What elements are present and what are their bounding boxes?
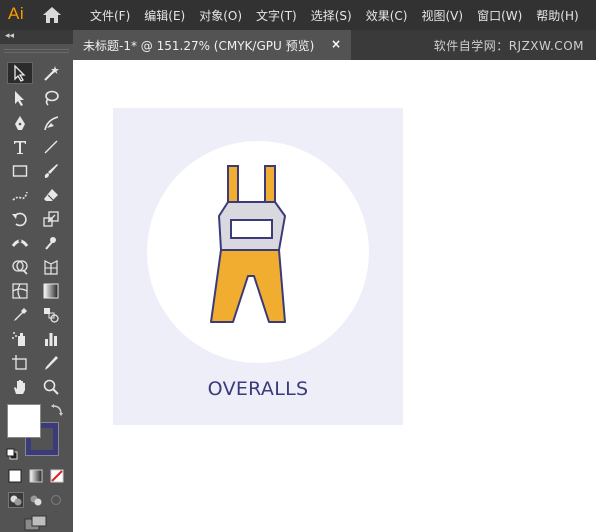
artwork-label: OVERALLS xyxy=(207,378,309,400)
document-tab[interactable]: 未标题-1* @ 151.27% (CMYK/GPU 预览) xyxy=(73,30,351,60)
gradient-tool-icon[interactable] xyxy=(38,280,64,302)
width-tool-icon[interactable] xyxy=(7,232,33,254)
mesh-tool-icon[interactable] xyxy=(7,280,33,302)
document-tab-title: 未标题-1* @ 151.27% (CMYK/GPU 预览) xyxy=(83,38,315,53)
artboard-tool-icon[interactable] xyxy=(7,352,33,374)
symbol-sprayer-tool-icon[interactable] xyxy=(7,328,33,350)
rotate-tool-icon[interactable] xyxy=(7,208,33,230)
menu-select[interactable]: 选择(S) xyxy=(311,7,352,24)
menu-edit[interactable]: 编辑(E) xyxy=(144,7,185,24)
shaper-tool-icon[interactable] xyxy=(7,184,33,206)
fill-color-swatch[interactable] xyxy=(7,404,41,438)
menu-file[interactable]: 文件(F) xyxy=(90,7,130,24)
rectangle-tool-icon[interactable] xyxy=(7,160,33,182)
selection-tool-icon[interactable] xyxy=(7,62,33,84)
draw-behind-icon[interactable] xyxy=(28,492,44,508)
none-mode-icon[interactable] xyxy=(50,468,64,483)
zoom-tool-icon[interactable] xyxy=(38,376,64,398)
paintbrush-tool-icon[interactable] xyxy=(38,160,64,182)
app-logo: Ai xyxy=(8,4,25,23)
home-icon[interactable] xyxy=(42,6,62,24)
scale-tool-icon[interactable] xyxy=(38,208,64,230)
menu-help[interactable]: 帮助(H) xyxy=(536,7,578,24)
screen-mode-icon[interactable] xyxy=(24,515,48,531)
menu-items: 文件(F) 编辑(E) 对象(O) 文字(T) 选择(S) 效果(C) 视图(V… xyxy=(90,0,593,30)
pen-tool-icon[interactable] xyxy=(7,112,33,134)
puppet-warp-tool-icon[interactable] xyxy=(38,232,64,254)
close-tab-icon[interactable]: × xyxy=(331,37,341,51)
blend-tool-icon[interactable] xyxy=(38,304,64,326)
draw-normal-icon[interactable] xyxy=(8,492,24,508)
default-colors-icon[interactable] xyxy=(6,445,18,460)
overalls-icon[interactable] xyxy=(209,164,291,326)
menu-view[interactable]: 视图(V) xyxy=(421,7,463,24)
watermark-text: 软件自学网：RJZXW.COM xyxy=(433,39,584,53)
draw-inside-icon[interactable] xyxy=(48,492,64,508)
panel-grip[interactable] xyxy=(0,48,73,54)
lasso-tool-icon[interactable] xyxy=(38,87,64,109)
menu-type[interactable]: 文字(T) xyxy=(256,7,297,24)
tools-panel: ◂◂ xyxy=(0,30,73,532)
direct-selection-tool-icon[interactable] xyxy=(7,87,33,109)
menu-window[interactable]: 窗口(W) xyxy=(477,7,522,24)
eraser-tool-icon[interactable] xyxy=(38,184,64,206)
perspective-grid-tool-icon[interactable] xyxy=(38,256,64,278)
line-segment-tool-icon[interactable] xyxy=(38,136,64,158)
eyedropper-tool-icon[interactable] xyxy=(7,304,33,326)
shape-builder-tool-icon[interactable] xyxy=(7,256,33,278)
type-tool-icon[interactable] xyxy=(7,136,33,158)
color-mode-icon[interactable] xyxy=(8,468,22,483)
artboard[interactable]: OVERALLS xyxy=(113,108,403,425)
panel-header[interactable]: ◂◂ xyxy=(0,30,73,44)
column-graph-tool-icon[interactable] xyxy=(38,328,64,350)
curvature-tool-icon[interactable] xyxy=(38,112,64,134)
menu-effect[interactable]: 效果(C) xyxy=(366,7,408,24)
collapse-panel-icon[interactable]: ◂◂ xyxy=(5,31,14,41)
swap-fill-stroke-icon[interactable] xyxy=(50,402,64,416)
hand-tool-icon[interactable] xyxy=(7,376,33,398)
gradient-mode-icon[interactable] xyxy=(29,468,43,483)
magic-wand-tool-icon[interactable] xyxy=(38,62,64,84)
menu-object[interactable]: 对象(O) xyxy=(199,7,242,24)
menu-bar: Ai 文件(F) 编辑(E) 对象(O) 文字(T) 选择(S) 效果(C) 视… xyxy=(0,0,596,30)
document-tab-bar: 未标题-1* @ 151.27% (CMYK/GPU 预览) × 软件自学网：R… xyxy=(73,30,596,60)
slice-tool-icon[interactable] xyxy=(38,352,64,374)
